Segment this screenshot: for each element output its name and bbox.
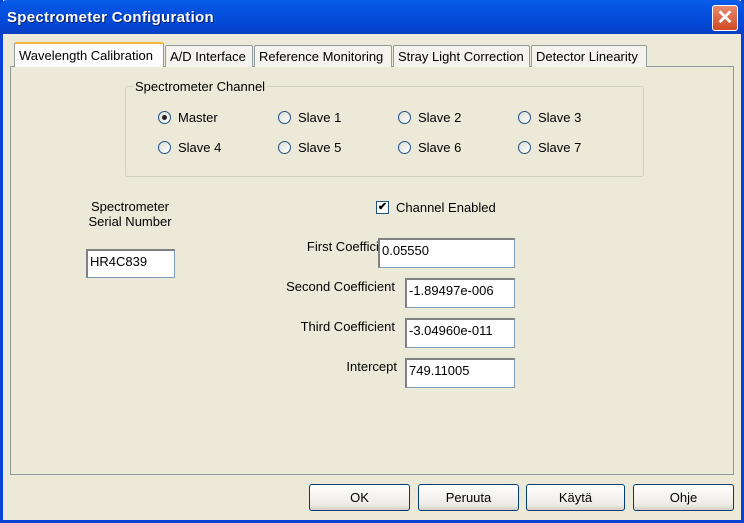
radio-icon [158,141,171,154]
radio-icon [518,111,531,124]
tab-ad-interface[interactable]: A/D Interface [165,45,253,67]
cancel-button[interactable]: Peruuta [418,484,519,511]
serial-label-line2: Serial Number [88,214,172,229]
radio-slave-1[interactable]: Slave 1 [278,110,341,125]
channel-enabled-label: Channel Enabled [396,200,496,215]
title-bar[interactable]: Spectrometer Configuration ✕ [0,0,744,34]
ok-button[interactable]: OK [309,484,410,511]
tab-detector-linearity[interactable]: Detector Linearity [531,45,647,67]
radio-icon [278,111,291,124]
third-coefficient-input[interactable]: -3.04960e-011 [405,318,515,348]
radio-icon [398,141,411,154]
radio-slave-4[interactable]: Slave 4 [158,140,221,155]
third-coefficient-label: Third Coefficient [300,319,395,334]
close-icon[interactable]: ✕ [712,5,738,31]
window-title: Spectrometer Configuration [7,9,214,26]
tab-stray-light-correction[interactable]: Stray Light Correction [393,45,530,67]
first-coefficient-input[interactable]: 0.05550 [378,238,515,268]
radio-master[interactable]: Master [158,110,218,125]
intercept-input[interactable]: 749.11005 [405,358,515,388]
intercept-label: Intercept [346,359,397,374]
radio-slave-6[interactable]: Slave 6 [398,140,461,155]
radio-slave-2[interactable]: Slave 2 [398,110,461,125]
apply-button[interactable]: Käytä [526,484,625,511]
serial-label-line1: Spectrometer [90,199,170,214]
help-button[interactable]: Ohje [633,484,734,511]
second-coefficient-label: Second Coefficient [286,279,395,294]
spectrometer-channel-group [125,86,644,177]
serial-number-label: Spectrometer Serial Number [70,199,190,229]
group-label: Spectrometer Channel [133,79,268,94]
tab-reference-monitoring[interactable]: Reference Monitoring [254,45,392,67]
radio-slave-7[interactable]: Slave 7 [518,140,581,155]
radio-icon [398,111,411,124]
channel-enabled-checkbox[interactable]: ✔ [376,201,389,214]
radio-icon [158,111,171,124]
second-coefficient-input[interactable]: -1.89497e-006 [405,278,515,308]
radio-slave-3[interactable]: Slave 3 [518,110,581,125]
radio-slave-5[interactable]: Slave 5 [278,140,341,155]
tab-wavelength-calibration[interactable]: Wavelength Calibration [14,42,164,67]
serial-number-input[interactable]: HR4C839 [86,249,175,278]
radio-icon [278,141,291,154]
radio-icon [518,141,531,154]
